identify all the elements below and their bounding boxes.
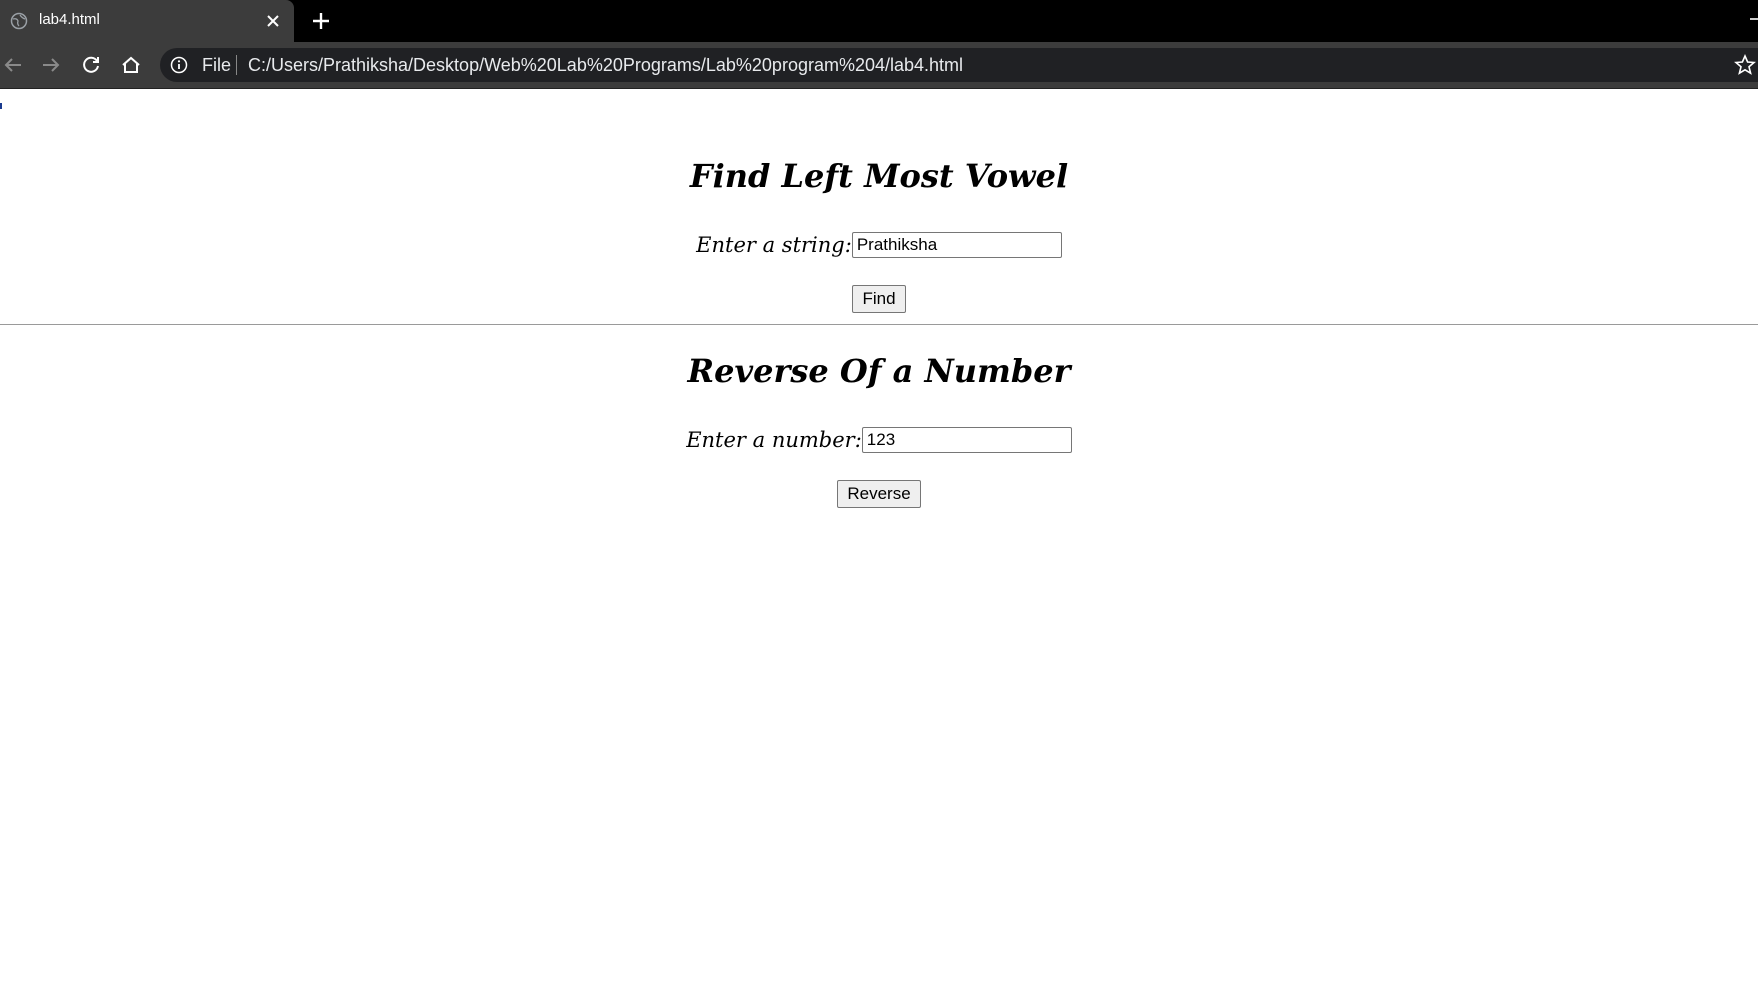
back-icon[interactable] [2,54,24,76]
scheme-label: File [202,55,232,75]
address-separator [236,55,237,75]
address-bar[interactable]: File C:/Users/Prathiksha/Desktop/Web%20L… [160,48,1758,82]
new-tab-icon[interactable] [311,11,331,31]
url-text[interactable]: C:/Users/Prathiksha/Desktop/Web%20Lab%20… [248,55,963,76]
number-input[interactable] [861,427,1072,453]
vowel-heading: Find Left Most Vowel [689,157,1069,195]
page-content: Find Left Most Vowel Enter a string: Fin… [0,89,1758,988]
tab-title: lab4.html [39,11,100,28]
globe-icon [10,12,28,30]
home-icon[interactable] [120,54,142,76]
reverse-button[interactable]: Reverse [837,480,921,508]
window-control-edge[interactable] [1750,18,1758,20]
section-divider [0,324,1758,325]
string-input[interactable] [851,232,1062,258]
tab-lab4[interactable]: lab4.html [0,0,294,42]
browser-toolbar: File C:/Users/Prathiksha/Desktop/Web%20L… [0,42,1758,89]
page-marker [0,103,2,109]
reverse-heading: Reverse Of a Number [687,352,1071,390]
reverse-input-row: Enter a number: [0,427,1758,453]
find-button[interactable]: Find [852,285,906,313]
reload-icon[interactable] [80,54,102,76]
find-button-row: Find [0,285,1758,313]
number-label: Enter a number: [686,428,862,452]
reverse-button-row: Reverse [0,480,1758,508]
vowel-input-row: Enter a string: [0,232,1758,258]
string-label: Enter a string: [696,233,852,257]
close-icon[interactable] [264,12,282,30]
tab-strip: lab4.html [0,0,1758,42]
star-icon[interactable] [1734,53,1756,76]
forward-icon[interactable] [40,54,62,76]
info-icon[interactable] [170,56,188,74]
